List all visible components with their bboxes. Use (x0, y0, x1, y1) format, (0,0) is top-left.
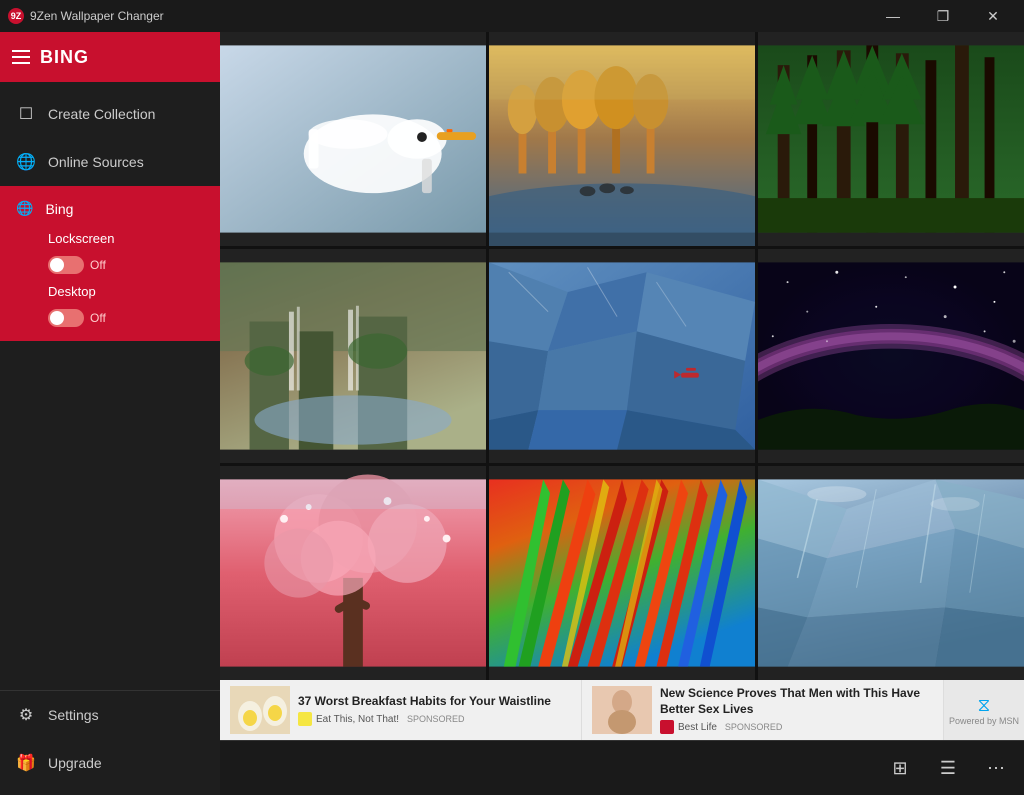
sidebar-item-online-sources[interactable]: 🌐 Online Sources (0, 138, 220, 186)
grid-cell-4[interactable] (220, 249, 486, 463)
ad-item-1[interactable]: 37 Worst Breakfast Habits for Your Waist… (220, 680, 582, 740)
maximize-button[interactable]: ❐ (920, 0, 966, 32)
titlebar-controls: — ❐ ✕ (870, 0, 1016, 32)
grid-cell-6[interactable] (758, 249, 1024, 463)
ad-msn-badge: ⧖ Powered by MSN (944, 680, 1024, 740)
minimize-button[interactable]: — (870, 0, 916, 32)
ad-thumb-2 (592, 686, 652, 734)
create-collection-label: Create Collection (48, 106, 155, 122)
image-grid (220, 32, 1024, 680)
upgrade-icon: 🎁 (16, 753, 36, 773)
sidebar: BING ☐ Create Collection 🌐 Online Source… (0, 32, 220, 795)
settings-icon: ⚙ (16, 705, 36, 725)
main-content: 37 Worst Breakfast Habits for Your Waist… (220, 32, 1024, 795)
online-sources-label: Online Sources (48, 154, 144, 170)
desktop-toggle-wrapper: Off (48, 309, 204, 327)
ad-bar: 37 Worst Breakfast Habits for Your Waist… (220, 680, 1024, 740)
grid-cell-8[interactable] (489, 466, 755, 680)
sidebar-header[interactable]: BING (0, 32, 220, 82)
online-sources-icon: 🌐 (16, 152, 36, 172)
ad-item-2[interactable]: New Science Proves That Men with This Ha… (582, 680, 944, 740)
sidebar-nav: ☐ Create Collection 🌐 Online Sources 🌐 B… (0, 82, 220, 690)
app-container: BING ☐ Create Collection 🌐 Online Source… (0, 32, 1024, 795)
lockscreen-toggle-wrapper: Off (48, 256, 204, 274)
desktop-label: Desktop (48, 284, 96, 299)
ad-source-1: Eat This, Not That! SPONSORED (298, 712, 571, 726)
grid-cell-1[interactable] (220, 32, 486, 246)
grid-cell-2[interactable] (489, 32, 755, 246)
grid-cell-7[interactable] (220, 466, 486, 680)
ad-sponsored-2: SPONSORED (725, 722, 783, 732)
app-icon: 9Z (8, 8, 24, 24)
sidebar-item-settings[interactable]: ⚙ Settings (0, 691, 220, 739)
app-title: 9Zen Wallpaper Changer (30, 9, 164, 23)
settings-label: Settings (48, 707, 99, 723)
more-options-button[interactable]: ⋯ (980, 752, 1012, 784)
close-button[interactable]: ✕ (970, 0, 1016, 32)
upgrade-label: Upgrade (48, 755, 102, 771)
msn-icon: ⧖ (978, 695, 991, 716)
grid-cell-5[interactable] (489, 249, 755, 463)
list-view-button[interactable]: ☰ (932, 752, 964, 784)
titlebar: 9Z 9Zen Wallpaper Changer — ❐ ✕ (0, 0, 1024, 32)
bing-section: 🌐 Bing Lockscreen Off Desktop (0, 186, 220, 341)
ad-headline-2: New Science Proves That Men with This Ha… (660, 686, 933, 717)
bing-header[interactable]: 🌐 Bing (0, 186, 220, 231)
ad-sponsored-1: SPONSORED (407, 714, 465, 724)
lockscreen-label: Lockscreen (48, 231, 114, 246)
bottom-bar: ⊞ ☰ ⋯ (220, 740, 1024, 795)
desktop-toggle[interactable] (48, 309, 84, 327)
lockscreen-toggle[interactable] (48, 256, 84, 274)
grid-cell-3[interactable] (758, 32, 1024, 246)
ad-headline-1: 37 Worst Breakfast Habits for Your Waist… (298, 694, 571, 710)
sidebar-title: BING (40, 47, 89, 68)
ad-badge-2 (660, 720, 674, 734)
grid-view-button[interactable]: ⊞ (884, 752, 916, 784)
bing-icon: 🌐 (16, 200, 33, 217)
ad-powered-by: Powered by MSN (949, 716, 1019, 726)
ad-source-name-2: Best Life (678, 722, 717, 733)
ad-text-2: New Science Proves That Men with This Ha… (660, 686, 933, 734)
create-collection-icon: ☐ (16, 104, 36, 124)
ad-text-1: 37 Worst Breakfast Habits for Your Waist… (298, 694, 571, 727)
lockscreen-state: Off (90, 258, 106, 272)
ad-thumb-1 (230, 686, 290, 734)
sidebar-bottom: ⚙ Settings 🎁 Upgrade (0, 690, 220, 795)
desktop-state: Off (90, 311, 106, 325)
sidebar-item-upgrade[interactable]: 🎁 Upgrade (0, 739, 220, 787)
ad-badge-1 (298, 712, 312, 726)
ad-source-2: Best Life SPONSORED (660, 720, 933, 734)
bing-toggles: Lockscreen Off Desktop Off (0, 231, 220, 341)
ad-source-name-1: Eat This, Not That! (316, 714, 399, 725)
desktop-toggle-row: Desktop (48, 284, 204, 299)
lockscreen-toggle-row: Lockscreen (48, 231, 204, 246)
grid-cell-9[interactable] (758, 466, 1024, 680)
sidebar-item-create-collection[interactable]: ☐ Create Collection (0, 90, 220, 138)
bing-label: Bing (45, 201, 73, 217)
hamburger-icon[interactable] (12, 50, 30, 64)
titlebar-left: 9Z 9Zen Wallpaper Changer (8, 8, 164, 24)
